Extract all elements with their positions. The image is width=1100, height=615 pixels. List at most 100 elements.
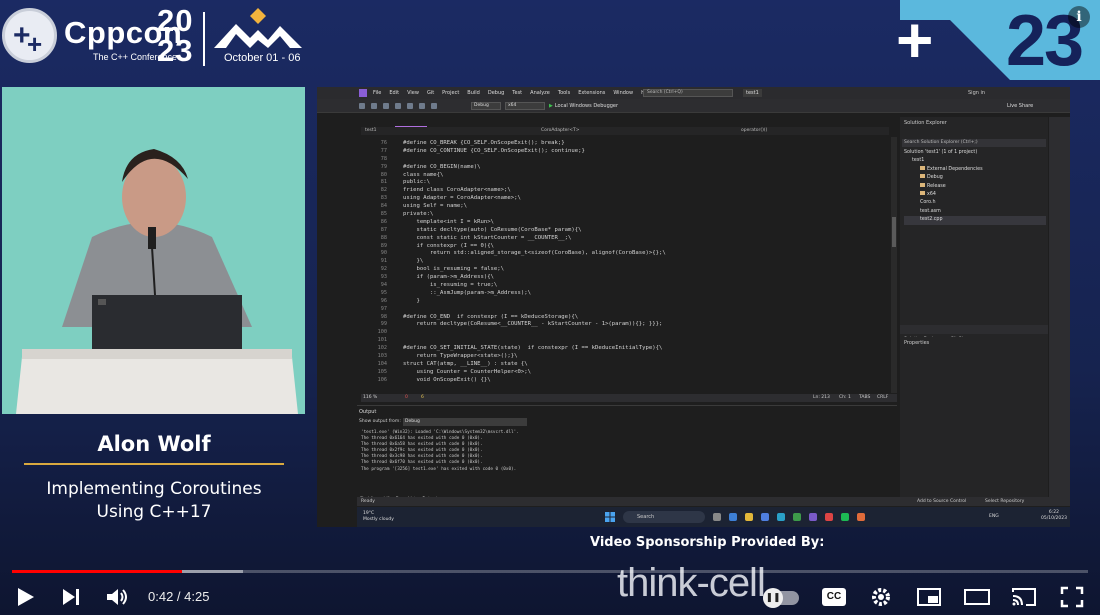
- code-line: 97: [361, 305, 891, 313]
- folder-icon: [920, 165, 925, 170]
- menu-item: Test: [512, 90, 523, 96]
- menu-item: Debug: [487, 90, 505, 96]
- code-line: 95 ::_AsmJump(param->m_Address);\: [361, 289, 891, 297]
- tabs-mode: TABS: [859, 395, 871, 400]
- code-text: return decltype(CoResume<__COUNTER__ - k…: [403, 321, 663, 328]
- mountains-logo-icon: [214, 8, 302, 48]
- code-text: void OnScopeExit() {}\: [403, 376, 491, 383]
- windows-start-icon: [605, 512, 615, 522]
- line-number: 95: [380, 289, 387, 296]
- solution-item-label: Release: [927, 183, 946, 189]
- fullscreen-icon[interactable]: [1059, 585, 1085, 609]
- nav-function: operator()(): [741, 128, 768, 133]
- line-number: 96: [380, 297, 387, 304]
- code-line: 89 if constexpr (I == 0){\: [361, 242, 891, 250]
- line-number: 90: [380, 250, 387, 257]
- menu-item: Window: [613, 90, 634, 96]
- line-number: 89: [380, 242, 387, 249]
- code-text: struct CAT(atmp, __LINE__) : state {\: [403, 360, 528, 367]
- solution-item: External Dependencies: [904, 165, 1046, 174]
- taskbar-date: 05/10/2023: [1041, 516, 1067, 521]
- solution-item-label: Debug: [927, 175, 943, 181]
- code-text: using Self = name;\: [403, 203, 467, 210]
- speaker-name: Alon Wolf: [97, 432, 211, 456]
- volume-icon[interactable]: [104, 585, 130, 609]
- solution-item-label: Coro.h: [920, 200, 936, 206]
- code-line: 86 template<int I = kRun>\: [361, 218, 891, 226]
- code-line: 88 const static int kStartCounter = __CO…: [361, 234, 891, 242]
- ide-screen: File Edit View Git Project Build Debug Test Anal…: [317, 87, 1070, 527]
- column-number: Ch: 1: [839, 395, 851, 400]
- menu-item: Edit: [389, 90, 400, 96]
- nav-scope: test1: [365, 128, 377, 133]
- info-icon[interactable]: i: [1068, 6, 1090, 28]
- talk-title: Implementing Coroutines Using C++17: [0, 478, 308, 524]
- code-line: 105 using Counter = CounterHelper<0>;\: [361, 368, 891, 376]
- line-number: 80: [380, 171, 387, 178]
- output-panel: Output Show output from: Debug 'test1.ex…: [357, 405, 897, 495]
- line-number: 103: [377, 353, 387, 360]
- menu-item: View: [407, 90, 419, 96]
- folder-icon: [920, 191, 925, 196]
- folder-icon: [920, 182, 925, 187]
- code-text: if constexpr (I == 0){\: [403, 242, 494, 249]
- folder-icon: [920, 174, 925, 179]
- editor-tabs: test.asmCoro.htest2.cpp: [357, 117, 897, 136]
- settings-gear-icon[interactable]: [868, 585, 894, 609]
- speaker-divider: [24, 463, 284, 465]
- code-line: 82 friend class CoroAdapter<name>;\: [361, 186, 891, 194]
- miniplayer-icon[interactable]: [916, 585, 942, 609]
- menu-item: Project: [442, 90, 460, 96]
- code-line: 106 void OnScopeExit() {}\: [361, 376, 891, 384]
- eol-mode: CRLF: [877, 395, 889, 400]
- solution-item: Debug: [904, 174, 1046, 182]
- code-text: using Adapter = CoroAdapter<name>;\: [403, 195, 521, 202]
- code-text: }\: [403, 258, 424, 265]
- next-icon[interactable]: [58, 585, 84, 609]
- ide-statusbar: Ready Add to Source Control Select Repos…: [357, 497, 1070, 506]
- talk-title-line-2: Using C++17: [96, 502, 212, 522]
- taskbar-clock: 6:22 05/10/2023: [1041, 510, 1067, 522]
- solution-item-label: test2.cpp: [920, 217, 943, 223]
- code-editor: 76 #define CO_BREAK {CO_SELF.OnScopeExit(…: [361, 137, 891, 393]
- line-number: 76: [380, 140, 387, 146]
- editor-navigation-bar: test1 CoroAdapter<T> operator()(): [361, 127, 889, 135]
- visual-studio-icon: [359, 89, 367, 97]
- code-text: }: [403, 297, 420, 304]
- captions-button[interactable]: CC: [822, 588, 846, 606]
- line-number: 102: [377, 345, 387, 352]
- code-text: bool is_resuming = false;\: [403, 266, 505, 273]
- code-text: #define CO_BREAK {CO_SELF.OnScopeExit();…: [403, 140, 565, 146]
- solution-explorer-search: Search Solution Explorer (Ctrl+;): [902, 139, 1046, 147]
- line-number: 101: [377, 337, 387, 344]
- line-number: 104: [377, 360, 387, 367]
- line-number: 99: [380, 321, 387, 328]
- output-line: The program '[3256] test1.exe' has exite…: [361, 466, 517, 472]
- code-line: 80 class name{\: [361, 171, 891, 179]
- brand-year: 20 23: [157, 3, 194, 68]
- ide-sign-in: Sign in: [968, 90, 986, 96]
- line-number: 77: [380, 147, 387, 154]
- config-dropdown: Debug: [471, 102, 501, 110]
- code-line: 78: [361, 155, 891, 163]
- line-number: 91: [380, 258, 387, 265]
- run-debugger-button: Local Windows Debugger: [549, 102, 618, 110]
- cast-icon[interactable]: [1011, 585, 1037, 609]
- video-progress-bar[interactable]: [12, 570, 1088, 573]
- nav-member: CoroAdapter<T>: [541, 128, 580, 133]
- line-number: 105: [377, 368, 387, 375]
- play-icon[interactable]: [12, 585, 38, 609]
- code-line: 81 public:\: [361, 178, 891, 186]
- theater-mode-icon[interactable]: [964, 585, 990, 609]
- autoplay-toggle[interactable]: ❚❚: [763, 588, 799, 608]
- menu-item: File: [373, 90, 382, 96]
- progress-played: [12, 570, 182, 573]
- editor-scrollbar: [891, 137, 897, 393]
- code-text: ::_AsmJump(param->m_Address);\: [403, 289, 531, 296]
- code-line: 77 #define CO_CONTINUE {CO_SELF.OnScopeEx…: [361, 147, 891, 155]
- taskbar-search: Search: [623, 511, 705, 523]
- code-text: friend class CoroAdapter<name>;\: [403, 187, 511, 194]
- menu-item: Tools: [557, 90, 571, 96]
- solution-item-label: test1: [912, 158, 925, 164]
- solution-item-label: x64: [927, 192, 936, 198]
